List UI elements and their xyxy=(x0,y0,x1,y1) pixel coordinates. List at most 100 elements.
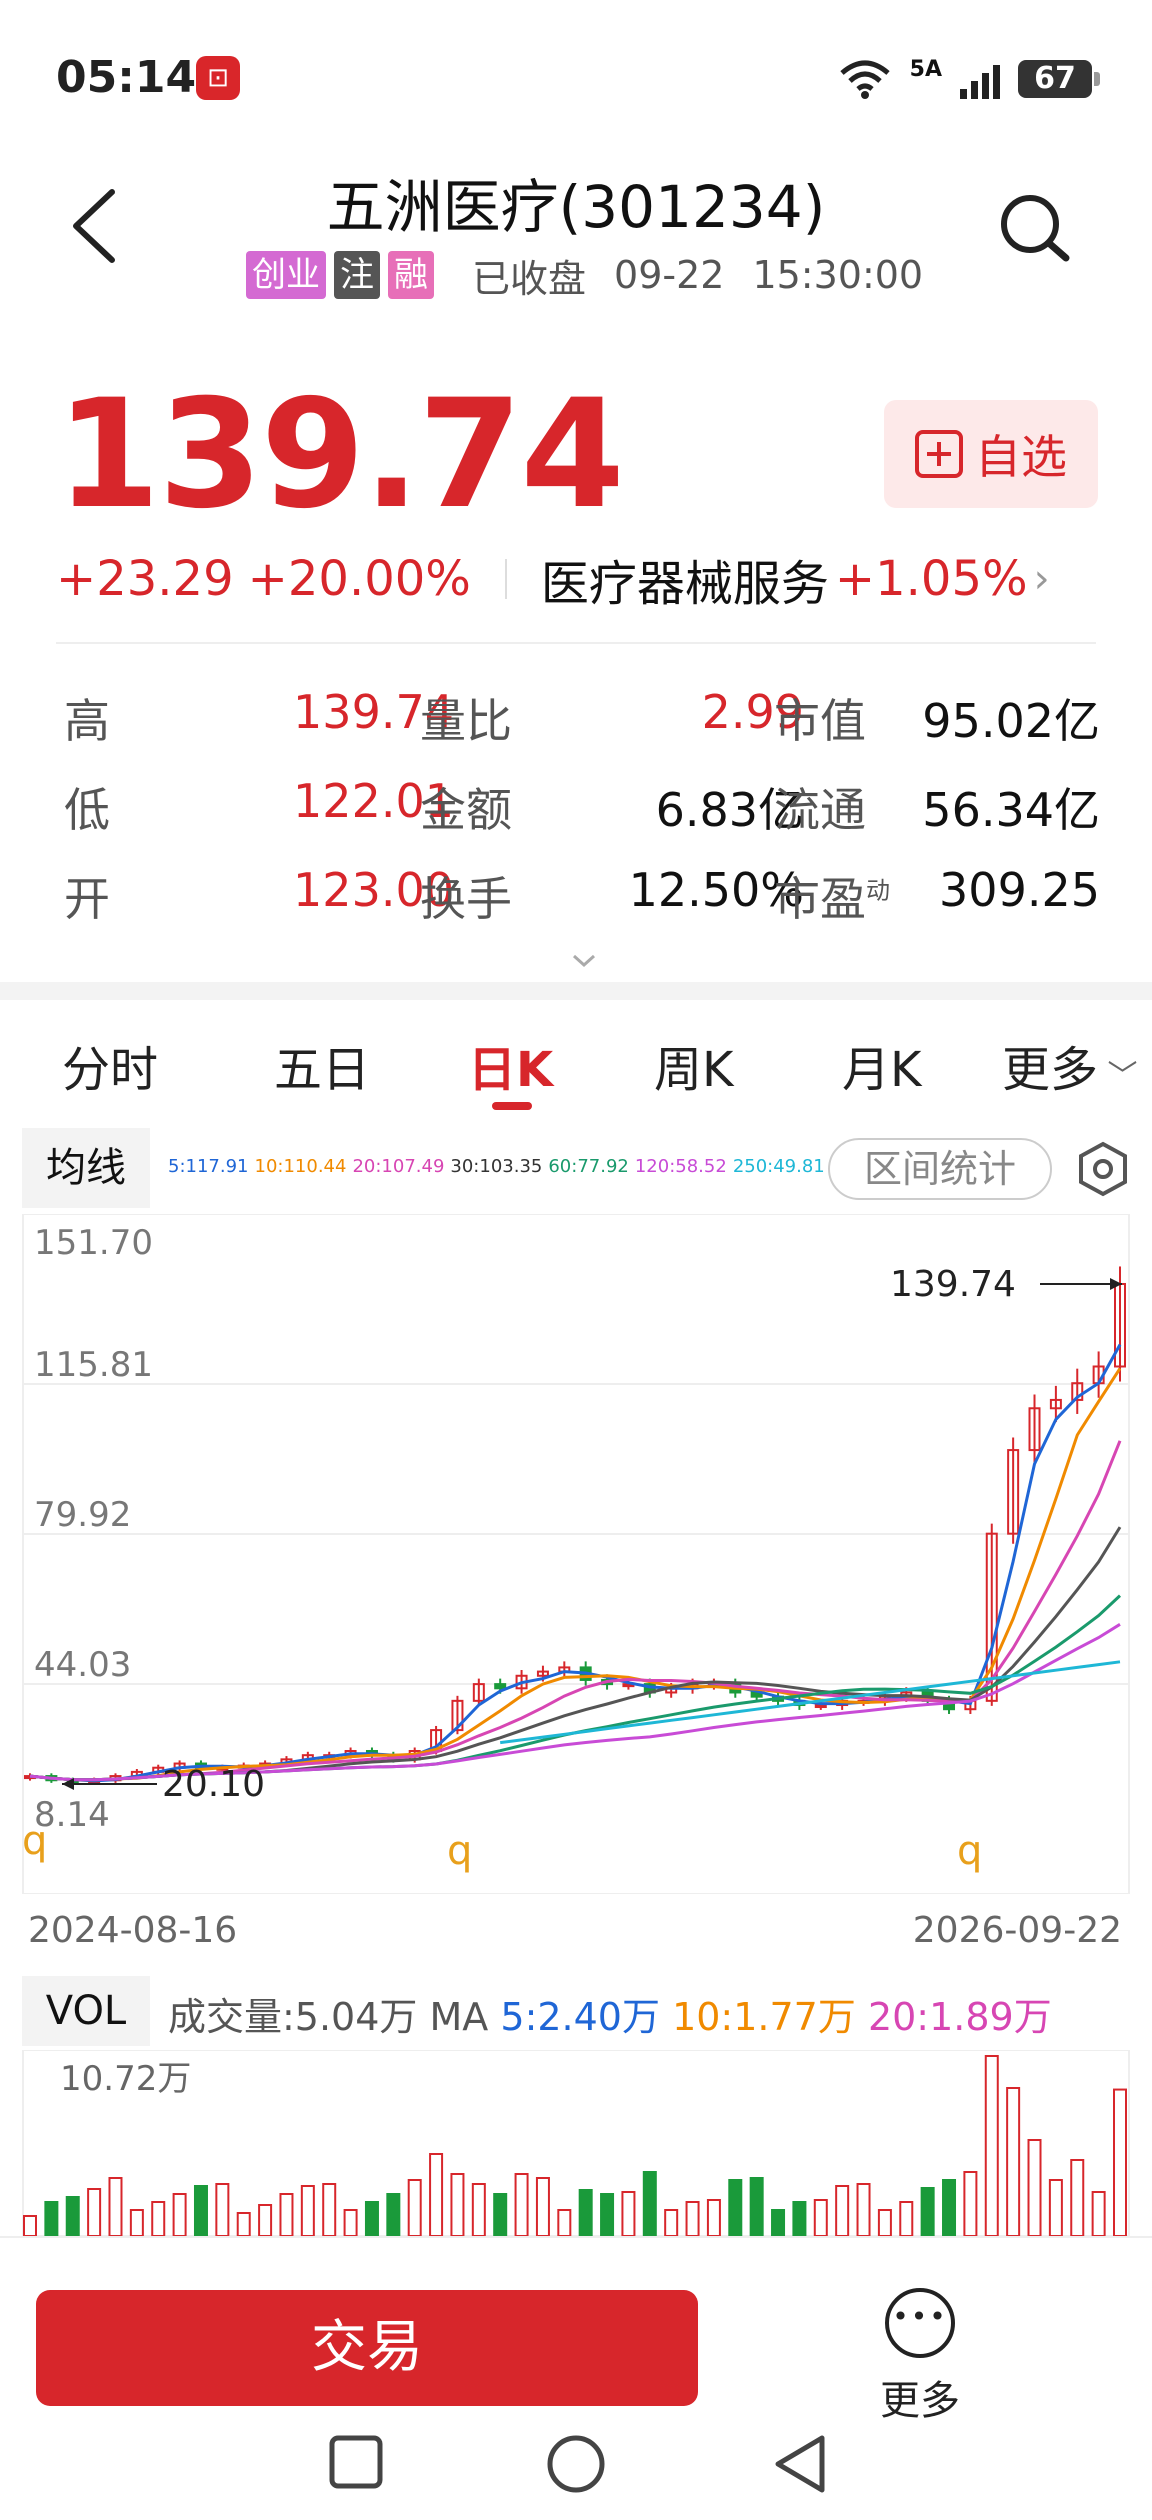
stat-value: 56.34亿 xyxy=(922,783,1100,837)
price-change: +23.29 xyxy=(56,551,234,607)
wifi-icon xyxy=(840,60,890,99)
volume-bar xyxy=(706,2199,721,2236)
market-status: 已收盘 xyxy=(472,256,587,301)
vol-toggle[interactable]: VOL xyxy=(22,1976,150,2046)
signal-icon xyxy=(960,59,1000,99)
volume-bar xyxy=(172,2193,187,2236)
ma-line xyxy=(29,1343,1122,1783)
volume-bar xyxy=(44,2201,59,2236)
volume-bar xyxy=(343,2209,358,2236)
stat-value: 309.25 xyxy=(939,863,1100,917)
volume-bar xyxy=(407,2179,422,2236)
sector-change-pct: +1.05% xyxy=(834,551,1028,607)
volume-bar xyxy=(87,2188,102,2236)
tab-more[interactable]: 更多 ﹀ xyxy=(1002,1030,1138,1100)
expand-chevron-icon[interactable] xyxy=(572,954,596,968)
volume-bar xyxy=(65,2196,80,2236)
volume-bar xyxy=(215,2183,230,2236)
stat-value: 12.50% xyxy=(628,863,804,917)
stat-value: 139.74 xyxy=(293,685,454,739)
chevron-right-icon[interactable]: › xyxy=(1034,556,1050,602)
volume-bar xyxy=(685,2201,700,2236)
volume-bar xyxy=(942,2179,957,2236)
event-marker: q xyxy=(447,1828,472,1874)
ma-line xyxy=(29,1594,1122,1782)
volume-bar xyxy=(322,2183,337,2236)
plus-icon xyxy=(915,430,963,478)
tab-daily-k[interactable]: 日K xyxy=(468,1030,553,1100)
search-icon[interactable] xyxy=(996,190,1072,266)
ma-value: 30:103.35 xyxy=(450,1156,543,1177)
bank-app-icon: ⊡ xyxy=(196,56,240,100)
add-watchlist-button[interactable]: 自选 xyxy=(884,400,1098,508)
volume-bar xyxy=(1048,2179,1063,2236)
volume-bar xyxy=(877,2209,892,2236)
watchlist-label: 自选 xyxy=(975,430,1067,484)
volume-bar xyxy=(856,2183,871,2236)
stat-label: 金额 xyxy=(420,783,512,837)
volume-bar xyxy=(963,2171,978,2236)
more-button[interactable]: 更多 xyxy=(870,2288,970,2424)
volume-bar xyxy=(535,2177,550,2236)
active-tab-indicator xyxy=(492,1102,532,1110)
ma-value: 250:49.81 xyxy=(732,1156,825,1177)
quote-date: 09-22 xyxy=(614,253,725,297)
volume-bar xyxy=(493,2193,508,2236)
tab-five-day[interactable]: 五日 xyxy=(274,1030,370,1100)
stock-subline: 创业 注 融 已收盘 09-22 15:30:00 xyxy=(246,250,923,301)
stat-value: 95.02亿 xyxy=(922,694,1100,748)
volume-bar xyxy=(642,2171,657,2236)
candlestick-chart[interactable]: 151.70115.8179.9244.038.14139.7420.10q q q xyxy=(22,1214,1130,1894)
volume-bar xyxy=(984,2055,999,2236)
ma-line xyxy=(29,1623,1121,1782)
more-dots-icon xyxy=(885,2288,955,2358)
ma-value: 5:117.91 xyxy=(168,1156,249,1177)
vol-max-label: 10.72万 xyxy=(60,2059,191,2099)
ma-line xyxy=(29,1526,1122,1782)
volume-chart[interactable]: 10.72万 xyxy=(22,2050,1130,2236)
nav-home-icon[interactable] xyxy=(544,2432,608,2496)
stats-row: 低 122.01 金额 6.83亿 流通 56.34亿 xyxy=(64,774,1100,863)
nav-back-icon[interactable] xyxy=(770,2432,830,2496)
trade-button[interactable]: 交易 xyxy=(36,2290,698,2406)
tag-chinext: 创业 xyxy=(246,251,326,299)
tab-intraday[interactable]: 分时 xyxy=(62,1030,158,1100)
nav-recent-apps-icon[interactable] xyxy=(326,2432,386,2492)
last-price-label: 139.74 xyxy=(890,1264,1016,1305)
volume-bar xyxy=(300,2185,315,2236)
ma-toggle[interactable]: 均线 xyxy=(22,1128,150,1208)
volume-bar xyxy=(236,2212,251,2236)
ma-value: 60:77.92 xyxy=(548,1156,629,1177)
volume-bar xyxy=(129,2209,144,2236)
settings-hexagon-icon[interactable] xyxy=(1074,1140,1132,1198)
volume-bar xyxy=(1027,2139,1042,2236)
volume-bar xyxy=(386,2193,401,2236)
range-stats-button[interactable]: 区间统计 xyxy=(828,1138,1052,1200)
volume-bar xyxy=(792,2201,807,2236)
event-marker: q xyxy=(22,1818,47,1864)
status-bar: 05:14 ⊡ 5A 67 xyxy=(0,0,1152,150)
volume-bar xyxy=(664,2209,679,2236)
y-tick-label: 115.81 xyxy=(34,1345,153,1385)
vol-values: 成交量:5.04万 MA 5:2.40万 10:1.77万 20:1.89万 xyxy=(168,1995,1052,2039)
stat-label: 市值 xyxy=(774,694,866,748)
y-tick-label: 151.70 xyxy=(34,1223,153,1263)
network-type: 5A xyxy=(909,56,942,82)
stat-value: 122.01 xyxy=(293,774,454,828)
stat-label: 开 xyxy=(64,872,110,926)
y-tick-label: 44.03 xyxy=(34,1645,131,1685)
volume-bar xyxy=(600,2193,615,2236)
tag-margin: 融 xyxy=(388,251,434,299)
tab-monthly-k[interactable]: 月K xyxy=(842,1030,921,1100)
stock-title: 五洲医疗(301234) xyxy=(326,173,826,241)
stat-value: 6.83亿 xyxy=(655,783,804,837)
ma-value: 10:110.44 xyxy=(254,1156,347,1177)
stats-row: 开 123.00 换手 12.50% 市盈动 309.25 xyxy=(64,863,1100,952)
stats-grid: 高 139.74 量比 2.99 市值 95.02亿 低 122.01 金额 6… xyxy=(64,685,1100,952)
volume-bar xyxy=(728,2179,743,2236)
sector-link[interactable]: 医疗器械服务 xyxy=(541,544,829,614)
tab-weekly-k[interactable]: 周K xyxy=(654,1030,733,1100)
event-marker: q xyxy=(957,1828,982,1874)
volume-bar xyxy=(557,2209,572,2236)
volume-bar xyxy=(108,2177,123,2236)
